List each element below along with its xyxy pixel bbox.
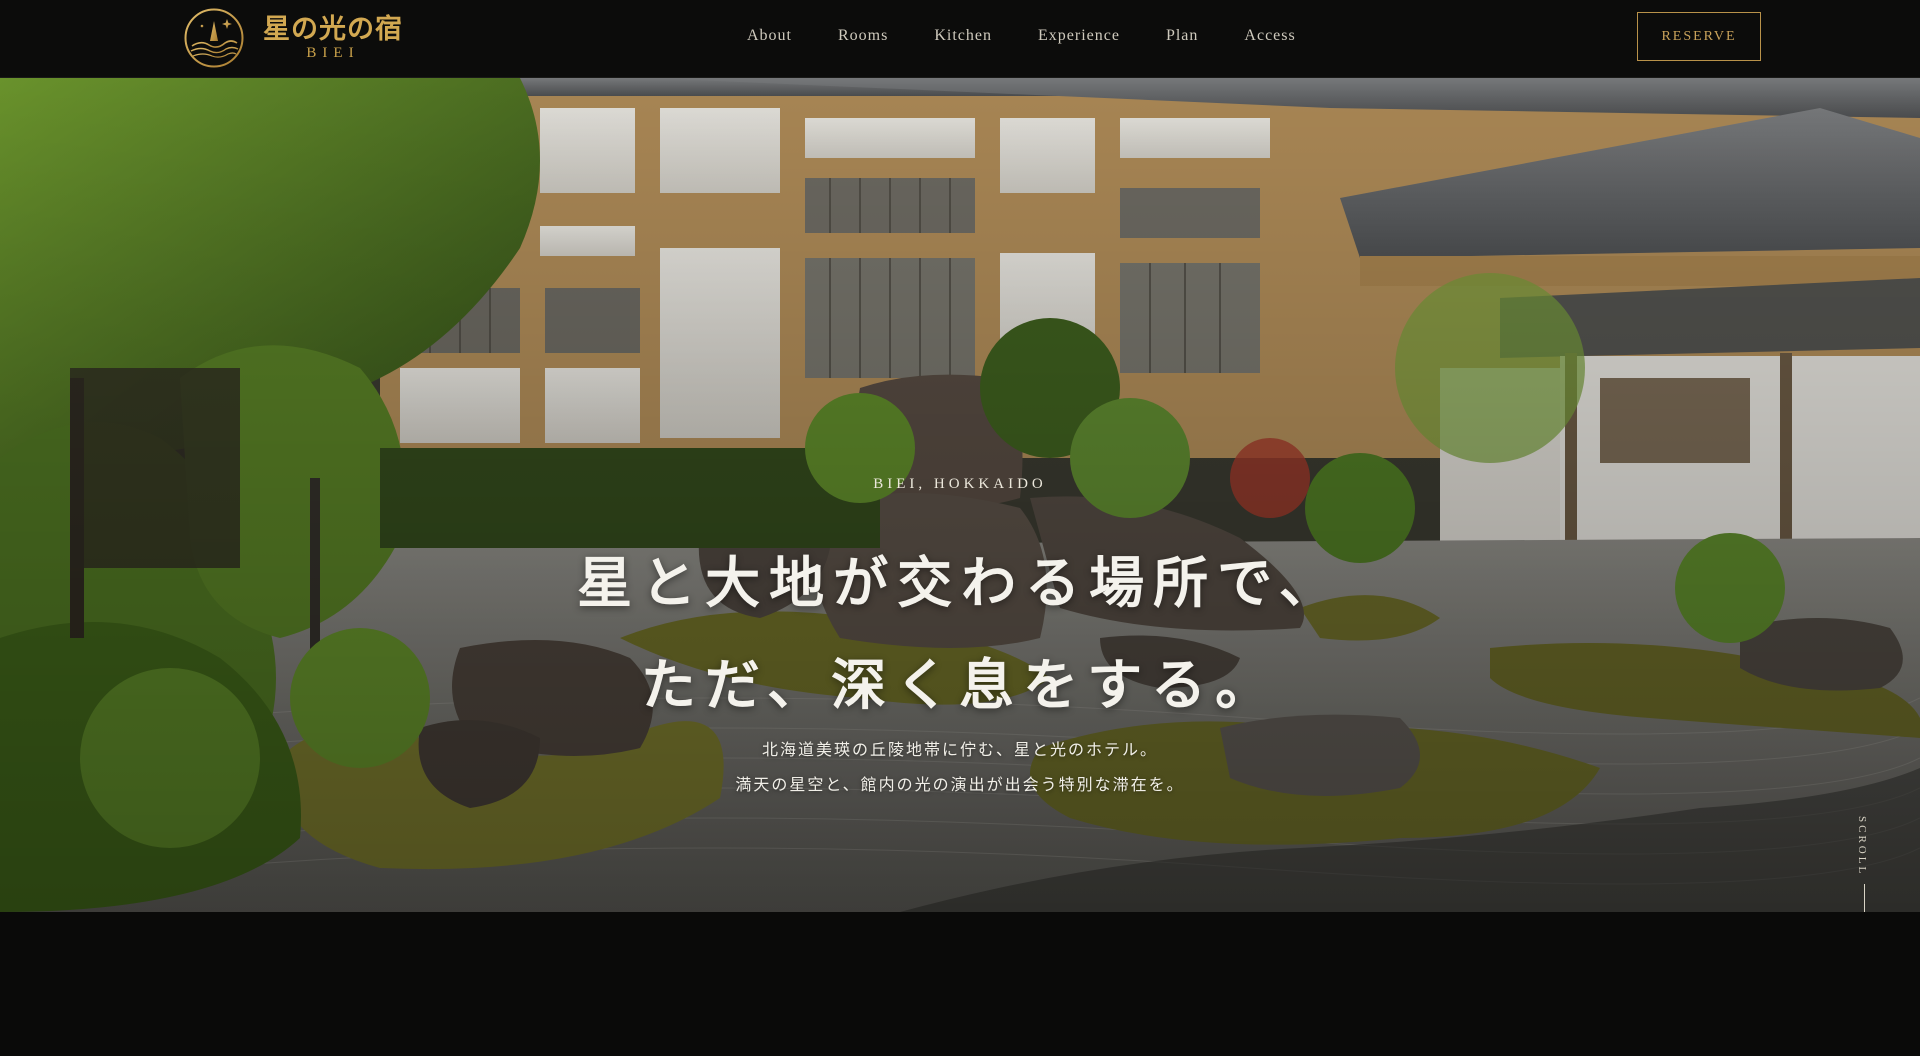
reserve-button[interactable]: RESERVE bbox=[1637, 12, 1761, 61]
hero-title-line: 星と大地が交わる場所で、 bbox=[577, 550, 1343, 615]
mountain-star-emblem-icon bbox=[184, 8, 244, 68]
brand-name-jp: 星の光の宿 bbox=[263, 13, 403, 45]
hero-subtitle-line: 満天の星空と、館内の光の演出が出会う特別な滞在を。 bbox=[735, 775, 1185, 794]
brand-name-en: BIEI bbox=[306, 44, 360, 61]
hero-subtitle-line: 北海道美瑛の丘陵地帯に佇む、星と光のホテル。 bbox=[761, 740, 1158, 759]
hero-eyebrow: BIEI, HOKKAIDO bbox=[873, 476, 1047, 492]
nav-rooms[interactable]: Rooms bbox=[838, 27, 888, 45]
site-logo[interactable]: 星の光の宿 BIEI bbox=[183, 6, 403, 70]
scroll-line-icon bbox=[1864, 884, 1865, 912]
main-nav: About Rooms Kitchen Experience Plan Acce… bbox=[747, 0, 1342, 72]
nav-about[interactable]: About bbox=[747, 27, 792, 45]
hero-title: 星と大地が交わる場所で、 ただ、深く息をする。 bbox=[0, 532, 1920, 736]
below-fold-area bbox=[0, 912, 1920, 1056]
hero-title-line: ただ、深く息をする。 bbox=[640, 652, 1280, 717]
nav-kitchen[interactable]: Kitchen bbox=[934, 27, 992, 45]
logo-text: 星の光の宿 BIEI bbox=[263, 16, 403, 61]
site-header: 星の光の宿 BIEI About Rooms Kitchen Experienc… bbox=[0, 0, 1920, 78]
nav-plan[interactable]: Plan bbox=[1166, 27, 1198, 45]
nav-experience[interactable]: Experience bbox=[1038, 27, 1120, 45]
hero-section: BIEI, HOKKAIDO 星と大地が交わる場所で、 ただ、深く息をする。 北… bbox=[0, 78, 1920, 912]
scroll-label: SCROLL bbox=[1856, 816, 1868, 877]
scroll-indicator[interactable]: SCROLL bbox=[1854, 816, 1878, 912]
nav-access[interactable]: Access bbox=[1244, 27, 1295, 45]
hero-subtitle: 北海道美瑛の丘陵地帯に佇む、星と光のホテル。 満天の星空と、館内の光の演出が出会… bbox=[0, 732, 1920, 802]
